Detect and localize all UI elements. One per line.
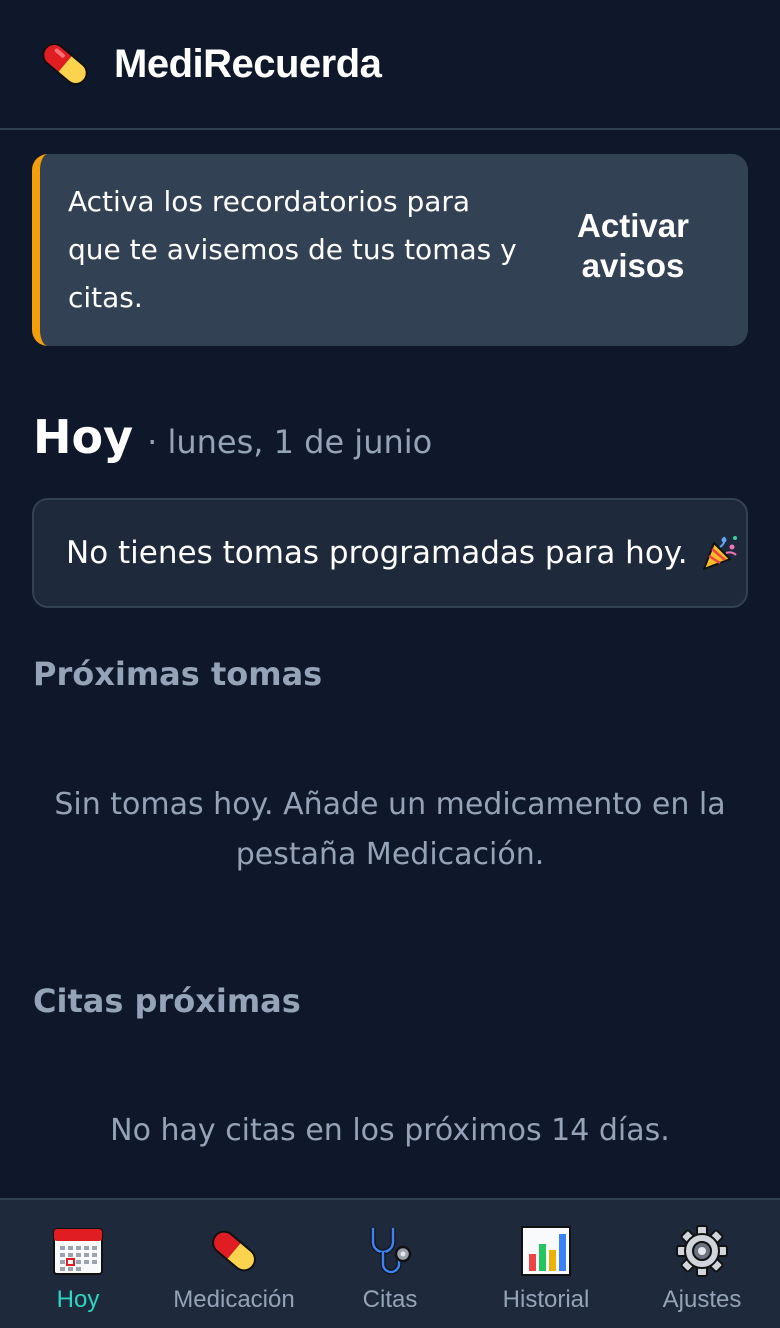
- banner-text: Activa los recordatorios para que te avi…: [68, 185, 517, 314]
- nav-label-hoy: Hoy: [56, 1286, 100, 1313]
- pill-icon: [212, 1230, 256, 1272]
- bottom-nav: Hoy Medicación Citas Historial Ajustes: [0, 1198, 780, 1328]
- nav-item-citas[interactable]: Citas: [312, 1200, 468, 1328]
- bar-chart-icon: [521, 1226, 571, 1276]
- nav-label-citas: Citas: [362, 1286, 418, 1313]
- notification-banner: Activa los recordatorios para que te avi…: [32, 154, 748, 346]
- nav-label-historial: Historial: [502, 1286, 590, 1313]
- upcoming-doses-title: Próximas tomas: [33, 655, 323, 693]
- gear-icon: [676, 1225, 728, 1277]
- pill-icon: [42, 43, 88, 85]
- appointments-title: Citas próximas: [33, 982, 301, 1020]
- calendar-icon: [53, 1228, 103, 1275]
- stethoscope-icon: [370, 1228, 412, 1275]
- no-doses-message: No tienes tomas programadas para hoy.: [66, 535, 688, 571]
- app-title: MediRecuerda: [114, 41, 382, 86]
- nav-item-hoy[interactable]: Hoy: [0, 1200, 156, 1328]
- nav-label-medicacion: Medicación: [173, 1286, 295, 1313]
- enable-notifications-button[interactable]: Activar avisos: [558, 206, 708, 286]
- upcoming-doses-empty: Sin tomas hoy. Añade un medicamento en l…: [54, 787, 726, 872]
- nav-item-ajustes[interactable]: Ajustes: [624, 1200, 780, 1328]
- no-doses-card: No tienes tomas programadas para hoy.: [32, 498, 748, 608]
- nav-label-ajustes: Ajustes: [662, 1286, 742, 1313]
- nav-item-medicacion[interactable]: Medicación: [156, 1200, 312, 1328]
- today-heading: Hoy · lunes, 1 de junio: [33, 410, 432, 464]
- party-popper-icon: [702, 536, 737, 570]
- today-date: · lunes, 1 de junio: [147, 423, 433, 461]
- nav-item-historial[interactable]: Historial: [468, 1200, 624, 1328]
- page-title: Hoy: [33, 410, 134, 464]
- appointments-empty: No hay citas en los próximos 14 días.: [110, 1113, 670, 1148]
- app-header: MediRecuerda: [0, 0, 780, 130]
